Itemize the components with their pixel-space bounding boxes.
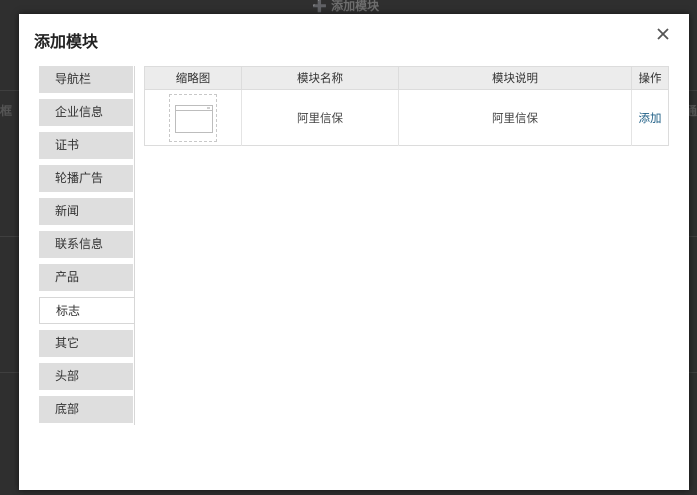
- sidebar-item-products[interactable]: 产品: [39, 264, 133, 291]
- close-icon: [657, 28, 669, 40]
- background-add-module-button: ➕ 添加模块: [312, 0, 380, 13]
- header-module-name: 模块名称: [242, 67, 399, 89]
- module-thumbnail-icon: [175, 105, 213, 133]
- header-action: 操作: [638, 71, 662, 85]
- sidebar-item-header[interactable]: 头部: [39, 363, 133, 390]
- background-left-text: 框: [0, 104, 13, 118]
- dialog-title: 添加模块: [34, 32, 99, 51]
- add-module-dialog: 添加模块 导航栏 企业信息 证书 轮播广告 新闻 联系信息 产品 标志 其它 头…: [19, 14, 689, 490]
- sidebar-item-footer[interactable]: 底部: [39, 396, 133, 423]
- module-name-cell: 阿里信保: [242, 90, 399, 146]
- close-button[interactable]: [655, 26, 671, 42]
- module-description-cell: 阿里信保: [399, 90, 632, 146]
- sidebar-item-navbar[interactable]: 导航栏: [39, 66, 133, 93]
- sidebar-item-contact-info[interactable]: 联系信息: [39, 231, 133, 258]
- sidebar-item-other[interactable]: 其它: [39, 330, 133, 357]
- action-cell: 添加: [632, 90, 668, 146]
- header-thumbnail: 缩略图: [145, 67, 242, 89]
- table-header: 缩略图 模块名称 模块说明 操作: [145, 67, 668, 90]
- sidebar-item-logo[interactable]: 标志: [39, 297, 134, 324]
- category-sidebar: 导航栏 企业信息 证书 轮播广告 新闻 联系信息 产品 标志 其它 头部 底部: [39, 66, 135, 425]
- sidebar-item-certificate[interactable]: 证书: [39, 132, 133, 159]
- sidebar-item-news[interactable]: 新闻: [39, 198, 133, 225]
- add-module-link[interactable]: 添加: [639, 111, 662, 125]
- table-row: 阿里信保 阿里信保 添加: [145, 90, 668, 146]
- sidebar-item-company-info[interactable]: 企业信息: [39, 99, 133, 126]
- sidebar-item-carousel-ad[interactable]: 轮播广告: [39, 165, 133, 192]
- header-module-description: 模块说明: [399, 67, 632, 89]
- thumbnail-frame: [169, 94, 217, 142]
- thumbnail-cell: [145, 90, 242, 146]
- module-table: 缩略图 模块名称 模块说明 操作 阿里信保 阿里信保 添加: [144, 66, 669, 146]
